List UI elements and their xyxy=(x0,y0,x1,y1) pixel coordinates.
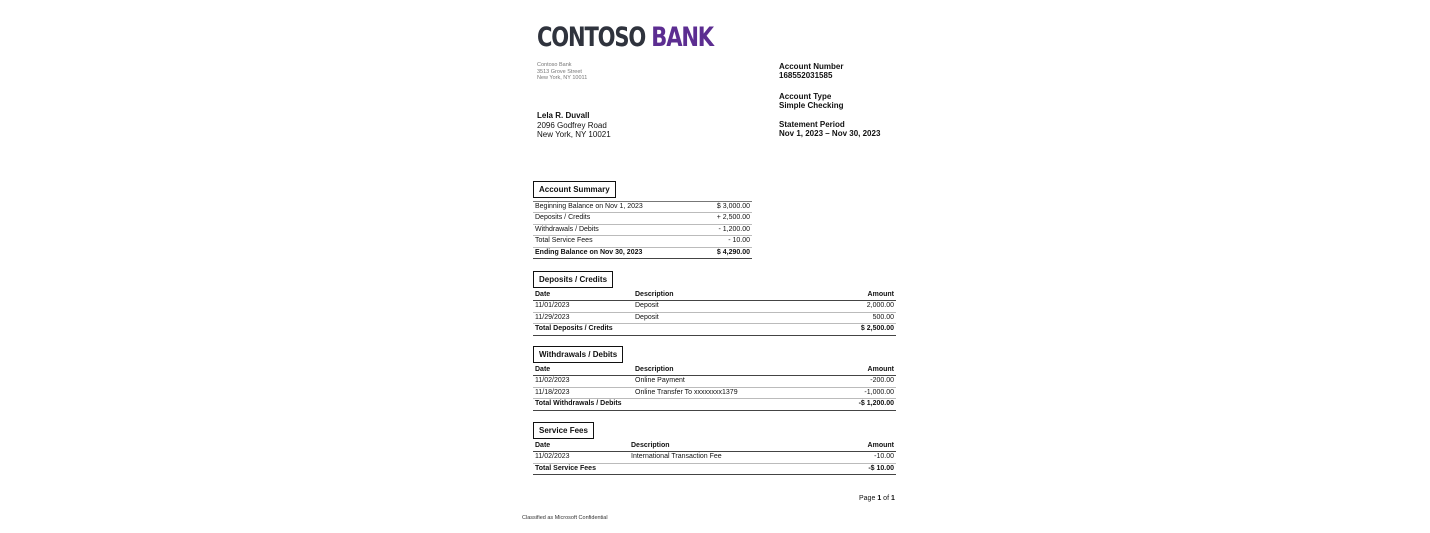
customer-city: New York, NY 10021 xyxy=(537,130,611,139)
deposits-total-row: Total Deposits / Credits $ 2,500.00 xyxy=(533,323,896,336)
summary-label: Beginning Balance on Nov 1, 2023 xyxy=(533,200,698,214)
deposits-table: Date Description Amount 11/01/2023 Depos… xyxy=(533,290,896,336)
logo-word-bank: BANK xyxy=(651,22,714,53)
withdrawals-heading: Withdrawals / Debits xyxy=(533,346,624,363)
date-column-header: Date xyxy=(533,441,629,453)
row-date: 11/02/2023 xyxy=(533,451,629,464)
summary-label: Deposits / Credits xyxy=(533,212,698,225)
summary-row: Deposits / Credits + 2,500.00 xyxy=(533,212,752,225)
account-number-label: Account Number xyxy=(779,62,844,71)
table-row: 11/02/2023 International Transaction Fee… xyxy=(533,451,896,464)
summary-total-value: $ 4,290.00 xyxy=(697,247,752,260)
table-row: 11/18/2023 Online Transfer To xxxxxxxx13… xyxy=(533,387,896,400)
page-number: Page 1 of 1 xyxy=(859,495,895,502)
description-column-header: Description xyxy=(629,441,806,453)
bank-address: Contoso Bank 3513 Grove Street New York,… xyxy=(537,62,587,82)
deposits-header-row: Date Description Amount xyxy=(533,290,896,302)
summary-value: - 1,200.00 xyxy=(697,224,752,237)
row-date: 11/18/2023 xyxy=(533,387,633,400)
row-description: Deposit xyxy=(633,312,806,325)
row-description: Online Transfer To xxxxxxxx1379 xyxy=(633,387,806,400)
account-summary-table: Beginning Balance on Nov 1, 2023 $ 3,000… xyxy=(533,200,752,260)
fees-header-row: Date Description Amount xyxy=(533,441,896,453)
table-row: 11/01/2023 Deposit 2,000.00 xyxy=(533,300,896,313)
fees-total-amount: -$ 10.00 xyxy=(806,463,896,476)
row-date: 11/29/2023 xyxy=(533,312,633,325)
summary-total-row: Ending Balance on Nov 30, 2023 $ 4,290.0… xyxy=(533,247,752,260)
date-column-header: Date xyxy=(533,365,633,377)
summary-label: Total Service Fees xyxy=(533,235,698,248)
deposits-total-amount: $ 2,500.00 xyxy=(806,323,896,336)
withdrawals-total-row: Total Withdrawals / Debits -$ 1,200.00 xyxy=(533,398,896,411)
withdrawals-header-row: Date Description Amount xyxy=(533,365,896,377)
deposits-total-label: Total Deposits / Credits xyxy=(533,323,806,336)
statement-period-block: Statement Period Nov 1, 2023 – Nov 30, 2… xyxy=(779,120,880,138)
deposits-heading: Deposits / Credits xyxy=(533,271,614,288)
account-type-block: Account Type Simple Checking xyxy=(779,92,843,110)
withdrawals-total-label: Total Withdrawals / Debits xyxy=(533,398,806,411)
row-description: International Transaction Fee xyxy=(629,451,806,464)
page-of: of xyxy=(883,495,890,502)
table-row: 11/29/2023 Deposit 500.00 xyxy=(533,312,896,325)
row-amount: -1,000.00 xyxy=(806,387,896,400)
row-description: Online Payment xyxy=(633,375,806,388)
logo-word-contoso: CONTOSO xyxy=(537,22,646,53)
row-amount: -200.00 xyxy=(806,375,896,388)
fees-total-row: Total Service Fees -$ 10.00 xyxy=(533,463,896,476)
account-number-block: Account Number 168552031585 xyxy=(779,62,843,80)
statement-period-label: Statement Period xyxy=(779,120,845,129)
summary-value: $ 3,000.00 xyxy=(697,200,752,214)
description-column-header: Description xyxy=(633,365,806,377)
summary-row: Beginning Balance on Nov 1, 2023 $ 3,000… xyxy=(533,200,752,214)
account-summary-heading: Account Summary xyxy=(533,181,616,198)
customer-name: Lela R. Duvall xyxy=(537,111,590,120)
row-description: Deposit xyxy=(633,300,806,313)
account-number-value: 168552031585 xyxy=(779,71,833,81)
statement-period-value: Nov 1, 2023 – Nov 30, 2023 xyxy=(779,129,881,139)
classification-label: Classified as Microsoft Confidential xyxy=(522,515,608,521)
amount-column-header: Amount xyxy=(806,365,896,377)
summary-row: Total Service Fees - 10.00 xyxy=(533,235,752,248)
date-column-header: Date xyxy=(533,290,633,302)
bank-address-line: New York, NY 10011 xyxy=(537,75,588,81)
row-amount: 500.00 xyxy=(806,312,896,325)
page-total: 1 xyxy=(890,495,895,502)
summary-value: - 10.00 xyxy=(697,235,752,248)
row-date: 11/01/2023 xyxy=(533,300,633,313)
customer-street: 2096 Godfrey Road xyxy=(537,120,607,130)
page-prefix: Page xyxy=(859,495,876,502)
fees-total-label: Total Service Fees xyxy=(533,463,806,476)
amount-column-header: Amount xyxy=(806,441,896,453)
service-fees-heading: Service Fees xyxy=(533,422,594,439)
row-date: 11/02/2023 xyxy=(533,375,633,388)
summary-value: + 2,500.00 xyxy=(697,212,752,225)
account-type-label: Account Type xyxy=(779,92,832,101)
service-fees-table: Date Description Amount 11/02/2023 Inter… xyxy=(533,441,896,476)
page-current: 1 xyxy=(877,495,882,502)
summary-label: Withdrawals / Debits xyxy=(533,224,698,237)
account-type-value: Simple Checking xyxy=(779,101,844,111)
withdrawals-table: Date Description Amount 11/02/2023 Onlin… xyxy=(533,365,896,411)
summary-row: Withdrawals / Debits - 1,200.00 xyxy=(533,224,752,237)
row-amount: -10.00 xyxy=(806,451,896,464)
table-row: 11/02/2023 Online Payment -200.00 xyxy=(533,375,896,388)
amount-column-header: Amount xyxy=(806,290,896,302)
summary-total-label: Ending Balance on Nov 30, 2023 xyxy=(533,247,698,260)
withdrawals-total-amount: -$ 1,200.00 xyxy=(806,398,896,411)
description-column-header: Description xyxy=(633,290,806,302)
row-amount: 2,000.00 xyxy=(806,300,896,313)
bank-logo: CONTOSO BANK xyxy=(537,22,714,53)
customer-address: Lela R. Duvall 2096 Godfrey Road New Yor… xyxy=(537,111,611,140)
